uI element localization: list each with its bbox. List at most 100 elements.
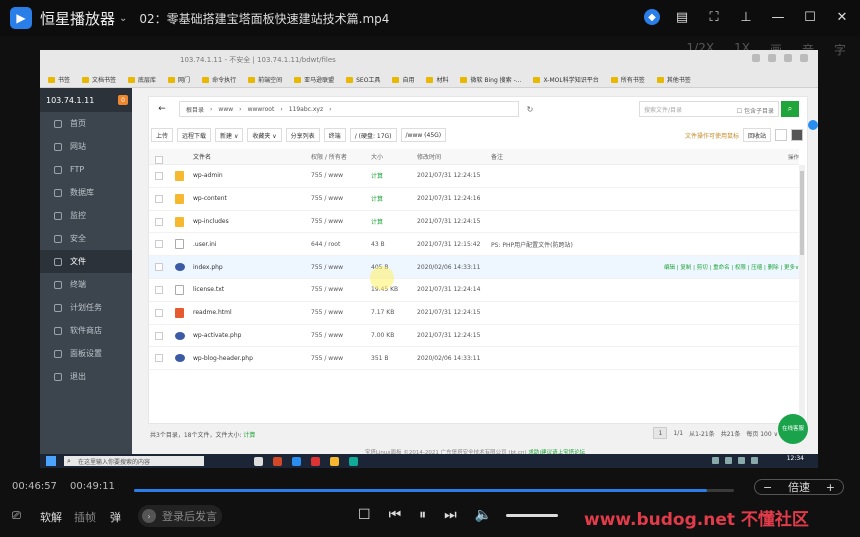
tray-icon[interactable] xyxy=(712,457,719,464)
bookmark-item[interactable]: 网门 xyxy=(168,75,190,84)
playlist-icon[interactable]: ⎚ xyxy=(12,509,21,523)
table-row[interactable]: license.txt 755 / www 19.45 KB 2021/07/31 1… xyxy=(149,279,799,302)
disk-www-button[interactable]: /www (45G) xyxy=(400,128,447,142)
table-row[interactable]: wp-admin 755 / www 计算 2021/07/31 12:24:15 xyxy=(149,165,799,188)
row-checkbox[interactable] xyxy=(155,308,163,317)
breadcrumb-item[interactable]: 根目录 xyxy=(186,105,204,114)
row-checkbox[interactable] xyxy=(155,217,163,226)
file-name[interactable]: wp-admin xyxy=(193,165,223,187)
search-icon[interactable]: ⌕ xyxy=(781,101,799,117)
table-row[interactable]: index.php755 / www405 B2020/02/06 14:33:… xyxy=(149,256,799,279)
file-name[interactable]: wp-content xyxy=(193,188,227,210)
speed-up-button[interactable]: + xyxy=(826,481,835,494)
col-perm[interactable]: 权限 / 所有者 xyxy=(311,149,347,164)
edge-icon[interactable] xyxy=(349,456,358,466)
share-list-button[interactable]: 分享列表 xyxy=(285,128,320,142)
task-view-icon[interactable] xyxy=(254,456,263,466)
row-checkbox[interactable] xyxy=(155,285,163,294)
bookmark-item[interactable]: X-MOL科学知识平台 xyxy=(533,75,598,84)
bookmark-item[interactable]: 亚马逊联盟 xyxy=(294,75,334,84)
address-bar[interactable]: 103.74.1.11 - 不安全 | 103.74.1.11/bdwt/fil… xyxy=(180,54,420,66)
remote-download-button[interactable]: 远程下载 xyxy=(177,128,212,142)
subtitle-option[interactable]: 字 xyxy=(834,41,846,58)
file-perm[interactable]: 755 / www xyxy=(311,347,343,369)
col-size[interactable]: 大小 xyxy=(371,149,383,164)
sidebar-item-store[interactable]: 软件商店 xyxy=(40,319,132,342)
maximize-icon[interactable]: ☐ xyxy=(800,7,820,27)
bookmark-item[interactable]: 自用 xyxy=(392,75,414,84)
per-page-select[interactable]: 每页 100 ∨ xyxy=(746,429,778,438)
file-name[interactable]: .user.ini xyxy=(193,233,217,255)
sidebar-item-home[interactable]: 首页 xyxy=(40,112,132,135)
upload-button[interactable]: 上传 xyxy=(151,128,174,142)
video-frame[interactable]: 103.74.1.11 - 不安全 | 103.74.1.11/bdwt/fil… xyxy=(40,50,818,468)
danmu-toggle[interactable]: 弹 xyxy=(110,509,121,525)
table-row[interactable]: wp-content 755 / www 计算 2021/07/31 12:24:16 xyxy=(149,188,799,211)
extension-icon[interactable] xyxy=(752,54,760,62)
sidebar-item-terminal[interactable]: 终端 xyxy=(40,273,132,296)
windows-start-icon[interactable] xyxy=(46,456,56,466)
sidebar-item-security[interactable]: 安全 xyxy=(40,227,132,250)
recycle-bin-button[interactable]: 回收站 xyxy=(742,128,771,142)
sidebar-item-settings[interactable]: 面板设置 xyxy=(40,342,132,365)
row-checkbox[interactable] xyxy=(155,354,163,363)
file-perm[interactable]: 755 / www xyxy=(311,256,343,278)
scrollbar[interactable] xyxy=(799,165,805,425)
terminal-button[interactable]: 终端 xyxy=(323,128,346,142)
grid-view-icon[interactable] xyxy=(775,129,787,141)
bookmark-item[interactable]: 文档书签 xyxy=(82,75,116,84)
browser-icon[interactable] xyxy=(292,456,301,466)
file-perm[interactable]: 755 / www xyxy=(311,325,343,347)
file-perm[interactable]: 755 / www xyxy=(311,302,343,324)
file-size[interactable]: 计算 xyxy=(371,165,383,187)
bookmark-item[interactable]: 书签 xyxy=(48,75,70,84)
search-input[interactable]: 搜索文件/目录 ☐ 包含子目录 xyxy=(639,101,779,117)
taskbar-search-input[interactable]: 在这里输入你要搜索的内容 xyxy=(64,456,204,466)
sidebar-item-ftp[interactable]: FTP xyxy=(40,158,132,181)
alert-badge[interactable]: 0 xyxy=(118,95,128,105)
frame-interp-toggle[interactable]: 插帧 xyxy=(74,509,96,525)
translate-icon[interactable] xyxy=(808,120,818,130)
new-dropdown[interactable]: 新建 ∨ xyxy=(215,128,244,142)
bookmark-item[interactable]: 命令执行 xyxy=(202,75,236,84)
file-name[interactable]: wp-activate.php xyxy=(193,325,241,347)
bookmark-item[interactable]: 其他书签 xyxy=(657,75,691,84)
subdir-checkbox[interactable]: ☐ 包含子目录 xyxy=(737,106,774,115)
breadcrumb-item[interactable]: 119abc.xyz xyxy=(289,106,323,113)
file-name[interactable]: wp-includes xyxy=(193,211,229,233)
powerpoint-icon[interactable] xyxy=(273,456,282,466)
minimize-icon[interactable]: — xyxy=(768,7,788,27)
pin-icon[interactable]: ⊥ xyxy=(736,7,756,27)
close-icon[interactable]: ✕ xyxy=(832,7,852,27)
bookmark-item[interactable]: SEO工具 xyxy=(346,75,380,84)
speed-label[interactable]: 倍速 xyxy=(788,479,810,495)
speed-down-button[interactable]: − xyxy=(763,481,772,494)
page-button[interactable]: 1 xyxy=(653,427,668,439)
breadcrumb[interactable]: 根目录 › www › wwwroot › 119abc.xyz › xyxy=(179,101,519,117)
tray-icon[interactable] xyxy=(738,457,745,464)
table-row[interactable]: .user.ini 644 / root 43 B 2021/07/31 12:15:… xyxy=(149,233,799,257)
subtitle-icon[interactable]: ▤ xyxy=(672,7,692,27)
table-row[interactable]: readme.html 755 / www 7.17 KB 2021/07/31 12… xyxy=(149,302,799,325)
sidebar-item-website[interactable]: 网站 xyxy=(40,135,132,158)
shield-icon[interactable]: ◆ xyxy=(644,9,660,25)
file-name[interactable]: license.txt xyxy=(193,279,224,301)
bookmark-item[interactable]: 底层库 xyxy=(128,75,156,84)
bookmark-item[interactable]: 前端空间 xyxy=(248,75,282,84)
scrollbar-thumb[interactable] xyxy=(800,171,804,255)
file-perm[interactable]: 755 / www xyxy=(311,211,343,233)
seek-bar[interactable] xyxy=(134,489,734,492)
extension-icon[interactable] xyxy=(768,54,776,62)
sidebar-item-cron[interactable]: 计划任务 xyxy=(40,296,132,319)
screenshot-icon[interactable]: ⛶ xyxy=(704,7,724,27)
file-size[interactable]: 计算 xyxy=(371,188,383,210)
taskbar-clock[interactable]: 12:34 xyxy=(787,455,804,462)
file-perm[interactable]: 755 / www xyxy=(311,279,343,301)
file-name[interactable]: wp-blog-header.php xyxy=(193,347,253,369)
row-actions[interactable]: 编辑 | 复制 | 剪切 | 重命名 | 权限 | 压缩 | 删除 | 更多∨ xyxy=(664,256,799,278)
row-checkbox[interactable] xyxy=(155,240,163,249)
sidebar-item-monitor[interactable]: 监控 xyxy=(40,204,132,227)
explorer-icon[interactable] xyxy=(330,456,339,466)
col-name[interactable]: 文件名 xyxy=(193,149,211,164)
file-size[interactable]: 计算 xyxy=(371,211,383,233)
